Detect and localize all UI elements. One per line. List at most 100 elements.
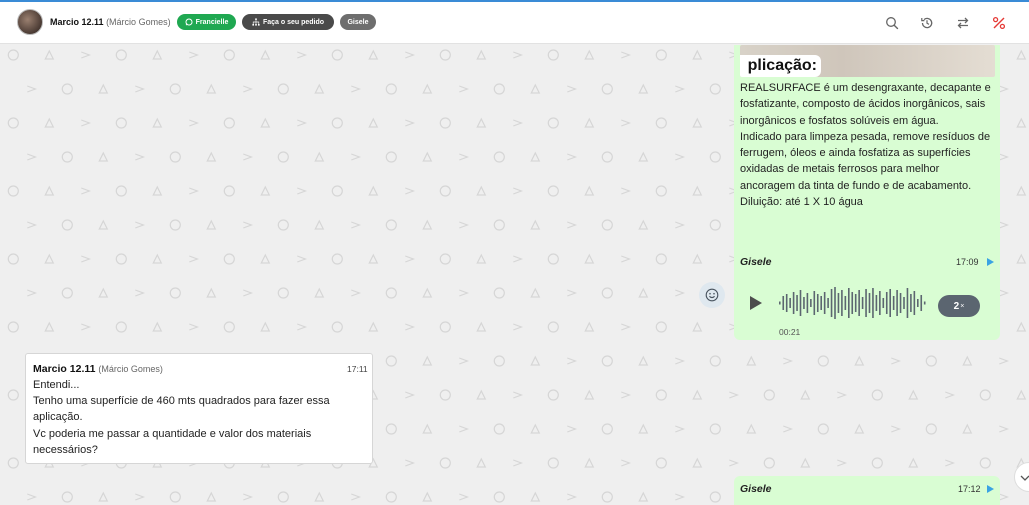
waveform-bar bbox=[882, 298, 885, 308]
wallpaper-doodle bbox=[817, 423, 829, 435]
wallpaper-doodle bbox=[422, 491, 433, 502]
wallpaper-doodle bbox=[405, 459, 416, 467]
message-image[interactable]: plicação: bbox=[740, 45, 995, 77]
wallpaper-doodle bbox=[601, 219, 613, 231]
wallpaper-doodle bbox=[476, 321, 487, 332]
wallpaper-doodle bbox=[189, 255, 200, 263]
percent-icon[interactable] bbox=[992, 16, 1006, 30]
wallpaper-doodle bbox=[385, 151, 397, 163]
wallpaper-doodle bbox=[169, 83, 181, 95]
avatar[interactable] bbox=[17, 9, 43, 35]
wallpaper-doodle bbox=[405, 187, 416, 195]
wallpaper-doodle bbox=[601, 423, 613, 435]
wallpaper-doodle bbox=[459, 357, 470, 365]
chat-area[interactable]: plicação: REALSURFACE é um desengraxante… bbox=[0, 45, 1029, 505]
wallpaper-doodle bbox=[584, 117, 595, 128]
react-emoji-button[interactable] bbox=[699, 282, 725, 308]
wallpaper-doodle bbox=[621, 459, 632, 467]
contact-name[interactable]: Marcio 12.11 (Márcio Gomes) bbox=[50, 17, 171, 27]
wallpaper-doodle bbox=[601, 83, 613, 95]
message-bubble-outgoing[interactable]: Gisele 17:12 bbox=[734, 476, 1000, 505]
wallpaper-doodle bbox=[493, 219, 505, 231]
wallpaper-doodle bbox=[945, 459, 956, 467]
waveform-bar bbox=[889, 289, 891, 317]
message-sender: Marcio 12.11 (Márcio Gomes) bbox=[33, 363, 163, 375]
waveform-bar bbox=[830, 289, 833, 317]
waveform-bar bbox=[896, 290, 898, 316]
waveform-bar bbox=[917, 299, 919, 307]
wallpaper-doodle bbox=[243, 289, 254, 297]
wallpaper-doodle bbox=[493, 355, 505, 367]
wallpaper-doodle bbox=[692, 185, 703, 196]
history-icon[interactable] bbox=[920, 16, 934, 30]
wallpaper-doodle bbox=[476, 49, 487, 60]
wallpaper-doodle bbox=[675, 357, 686, 365]
wallpaper-doodle bbox=[513, 255, 524, 263]
wallpaper-doodle bbox=[584, 321, 595, 332]
wallpaper-doodle bbox=[331, 321, 343, 333]
wallpaper-doodle bbox=[439, 117, 451, 129]
wallpaper-doodle bbox=[115, 253, 127, 265]
tag-faca-o-seu-pedido[interactable]: Faça o seu pedido bbox=[242, 14, 334, 30]
playback-speed-button[interactable]: 2 × bbox=[938, 295, 980, 317]
wallpaper-doodle bbox=[621, 51, 632, 59]
wallpaper-doodle bbox=[746, 423, 757, 434]
wallpaper-doodle bbox=[297, 51, 308, 59]
play-button[interactable] bbox=[750, 296, 762, 310]
wallpaper-doodle bbox=[513, 391, 524, 399]
message-bubble-outgoing[interactable]: plicação: REALSURFACE é um desengraxante… bbox=[734, 45, 1000, 282]
wallpaper-doodle bbox=[314, 151, 325, 162]
waveform-bar bbox=[848, 288, 850, 318]
wallpaper-doodle bbox=[547, 253, 559, 265]
tag-francielle[interactable]: Francielle bbox=[177, 14, 236, 30]
wallpaper-doodle bbox=[584, 389, 595, 400]
message-bubble-incoming[interactable]: Marcio 12.11 (Márcio Gomes) 17:11 Entend… bbox=[25, 353, 373, 464]
wallpaper-doodle bbox=[405, 323, 416, 331]
waveform-bar bbox=[858, 290, 860, 316]
wallpaper-doodle bbox=[223, 321, 235, 333]
wallpaper-doodle bbox=[621, 391, 632, 399]
wallpaper-doodle bbox=[385, 355, 397, 367]
sender-subname: (Márcio Gomes) bbox=[98, 364, 163, 374]
wallpaper-doodle bbox=[44, 185, 55, 196]
wallpaper-doodle bbox=[945, 391, 956, 399]
wallpaper-doodle bbox=[476, 185, 487, 196]
wallpaper-doodle bbox=[277, 83, 289, 95]
waveform-bar bbox=[837, 293, 840, 313]
wallpaper-doodle bbox=[783, 425, 794, 433]
wallpaper-doodle bbox=[891, 425, 902, 433]
wallpaper-doodle bbox=[513, 187, 524, 195]
wallpaper-doodle bbox=[439, 253, 451, 265]
wallpaper-doodle bbox=[135, 85, 146, 93]
wallpaper-doodle bbox=[351, 85, 362, 93]
audio-message-bubble[interactable]: Gisele 17:09 00:21 2 × bbox=[734, 249, 1000, 340]
wallpaper-doodle bbox=[459, 289, 470, 297]
wallpaper-doodle bbox=[223, 117, 235, 129]
wallpaper-doodle bbox=[621, 187, 632, 195]
wallpaper-doodle bbox=[530, 219, 541, 230]
wallpaper-doodle bbox=[584, 457, 595, 468]
wallpaper-doodle bbox=[925, 423, 937, 435]
wallpaper-doodle bbox=[277, 287, 289, 299]
wallpaper-doodle bbox=[530, 151, 541, 162]
contact-subname: (Márcio Gomes) bbox=[106, 17, 171, 27]
wallpaper-doodle bbox=[61, 491, 73, 503]
wallpaper-doodle bbox=[152, 321, 163, 332]
wallpaper-doodle bbox=[297, 255, 308, 263]
speed-suffix: × bbox=[960, 302, 965, 310]
tag-gisele[interactable]: Gisele bbox=[340, 14, 376, 30]
wallpaper-doodle bbox=[314, 219, 325, 230]
audio-waveform[interactable] bbox=[778, 285, 928, 321]
wallpaper-doodle bbox=[7, 117, 19, 129]
wallpaper-doodle bbox=[260, 117, 271, 128]
wallpaper-doodle bbox=[152, 49, 163, 60]
wallpaper-doodle bbox=[692, 321, 703, 332]
transfer-icon[interactable] bbox=[956, 16, 970, 30]
speed-value: 2 bbox=[953, 300, 960, 312]
wallpaper-doodle bbox=[601, 355, 613, 367]
waveform-bar bbox=[806, 293, 809, 313]
search-icon[interactable] bbox=[885, 16, 899, 30]
wallpaper-doodle bbox=[422, 151, 433, 162]
wallpaper-doodle bbox=[7, 457, 19, 469]
wallpaper-doodle bbox=[7, 185, 19, 197]
